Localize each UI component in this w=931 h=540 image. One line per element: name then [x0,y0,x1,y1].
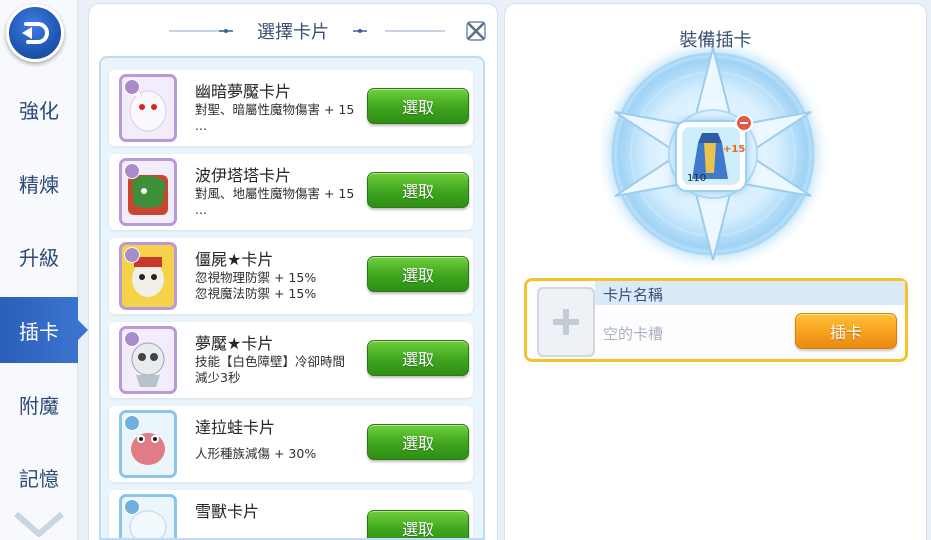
card-type-badge-icon [124,79,140,95]
card-type-badge-icon [124,415,140,431]
equipped-item-slot[interactable]: +15 110 [675,120,747,192]
select-button[interactable]: 選取 [367,88,469,124]
card-description: 對聖、暗屬性魔物傷害 + 15 ... [195,102,367,134]
card-description: 技能【白色障壁】冷卻時間 減少3秒 [195,354,367,386]
sidebar-item-refine[interactable]: 精煉 [0,150,78,216]
card-list-item: 波伊塔塔卡片 對風、地屬性魔物傷害 + 15 ... 選取 [109,154,473,230]
card-description-line: ... [195,118,207,133]
card-description-line: 忽視魔法防禦 + 15% [195,286,317,301]
card-list-item: 幽暗夢魘卡片 對聖、暗屬性魔物傷害 + 15 ... 選取 [109,70,473,146]
card-thumbnail [119,74,177,142]
select-button[interactable]: 選取 [367,424,469,460]
sidebar-item-card-insert[interactable]: 插卡 [0,297,88,363]
equip-panel-title: 裝備插卡 [679,30,752,51]
close-button[interactable] [465,20,487,42]
crescent-moon-icon [353,24,380,38]
card-description-line: 人形種族減傷 + 30% [195,446,317,461]
card-type-badge-icon [124,499,140,515]
sidebar-item-upgrade[interactable]: 升級 [0,223,78,289]
card-name: 達拉蛙卡片 [195,418,276,437]
insert-card-button[interactable]: 插卡 [795,313,897,349]
card-name: 幽暗夢魘卡片 [195,82,292,101]
scroll-down-chevron-icon[interactable] [12,510,66,540]
empty-slot-text: 空的卡槽 [603,325,664,343]
card-name-label: 卡片名稱 [603,286,664,304]
card-description-line: 減少3秒 [195,370,241,385]
card-list-item: 夢魘★卡片 技能【白色障壁】冷卻時間 減少3秒 選取 [109,322,473,398]
card-list[interactable]: 幽暗夢魘卡片 對聖、暗屬性魔物傷害 + 15 ... 選取 波伊塔塔卡片 對風、… [99,56,485,540]
card-slot: 卡片名稱 空的卡槽 插卡 [524,278,908,362]
card-type-badge-icon [124,331,140,347]
sidebar-item-memory[interactable]: 記憶 [0,444,78,510]
remove-card-button[interactable] [735,114,753,132]
plus-icon [553,309,579,335]
card-thumbnail [119,158,177,226]
card-list-item: 僵屍★卡片 忽視物理防禦 + 15% 忽視魔法防禦 + 15% 選取 [109,238,473,314]
select-button[interactable]: 選取 [367,256,469,292]
card-description-line: 對風、地屬性魔物傷害 + 15 [195,186,355,201]
card-description-line: 對聖、暗屬性魔物傷害 + 15 [195,102,355,117]
card-select-panel: 選擇卡片 幽暗夢魘卡片 對聖、暗屬性魔物傷害 + 15 ... 選取 波伊塔塔卡… [89,4,497,540]
card-thumbnail [119,326,177,394]
card-list-item: 達拉蛙卡片 人形種族減傷 + 30% 選取 [109,406,473,482]
card-description-line: 技能【白色障壁】冷卻時間 [195,354,346,369]
card-description: 對風、地屬性魔物傷害 + 15 ... [195,186,367,218]
back-button[interactable] [6,4,64,62]
select-button[interactable]: 選取 [367,510,469,538]
card-description: 忽視物理防禦 + 15% 忽視魔法防禦 + 15% [195,270,367,302]
item-level: 110 [687,173,707,184]
card-type-badge-icon [124,247,140,263]
card-description-line: ... [195,202,207,217]
title-divider-right [385,30,445,32]
moon-emblem-icon [760,26,769,44]
card-name: 僵屍★卡片 [195,250,274,269]
card-name: 雪獸卡片 [195,502,260,521]
card-name: 波伊塔塔卡片 [195,166,292,185]
close-icon [466,21,486,41]
sidebar-item-enhance[interactable]: 強化 [0,76,78,142]
card-type-badge-icon [124,163,140,179]
card-thumbnail [119,242,177,310]
add-card-slot[interactable] [537,287,595,357]
card-description-line: 忽視物理防禦 + 15% [195,270,317,285]
card-thumbnail [119,410,177,478]
sidebar-item-enchant[interactable]: 附魔 [0,371,78,437]
refine-level: +15 [723,144,746,155]
select-button[interactable]: 選取 [367,340,469,376]
card-name: 夢魘★卡片 [195,334,274,353]
card-list-item: 雪獸卡片 選取 [109,490,473,538]
card-thumbnail [119,494,177,538]
sidebar: 強化 精煉 升級 插卡 附魔 記憶 [0,0,88,540]
card-description: 人形種族減傷 + 30% [195,446,367,462]
back-arrow-icon [22,22,49,44]
equip-card-panel: 裝備插卡 +15 110 卡片名稱 空的卡槽 插卡 [505,4,926,540]
select-button[interactable]: 選取 [367,172,469,208]
